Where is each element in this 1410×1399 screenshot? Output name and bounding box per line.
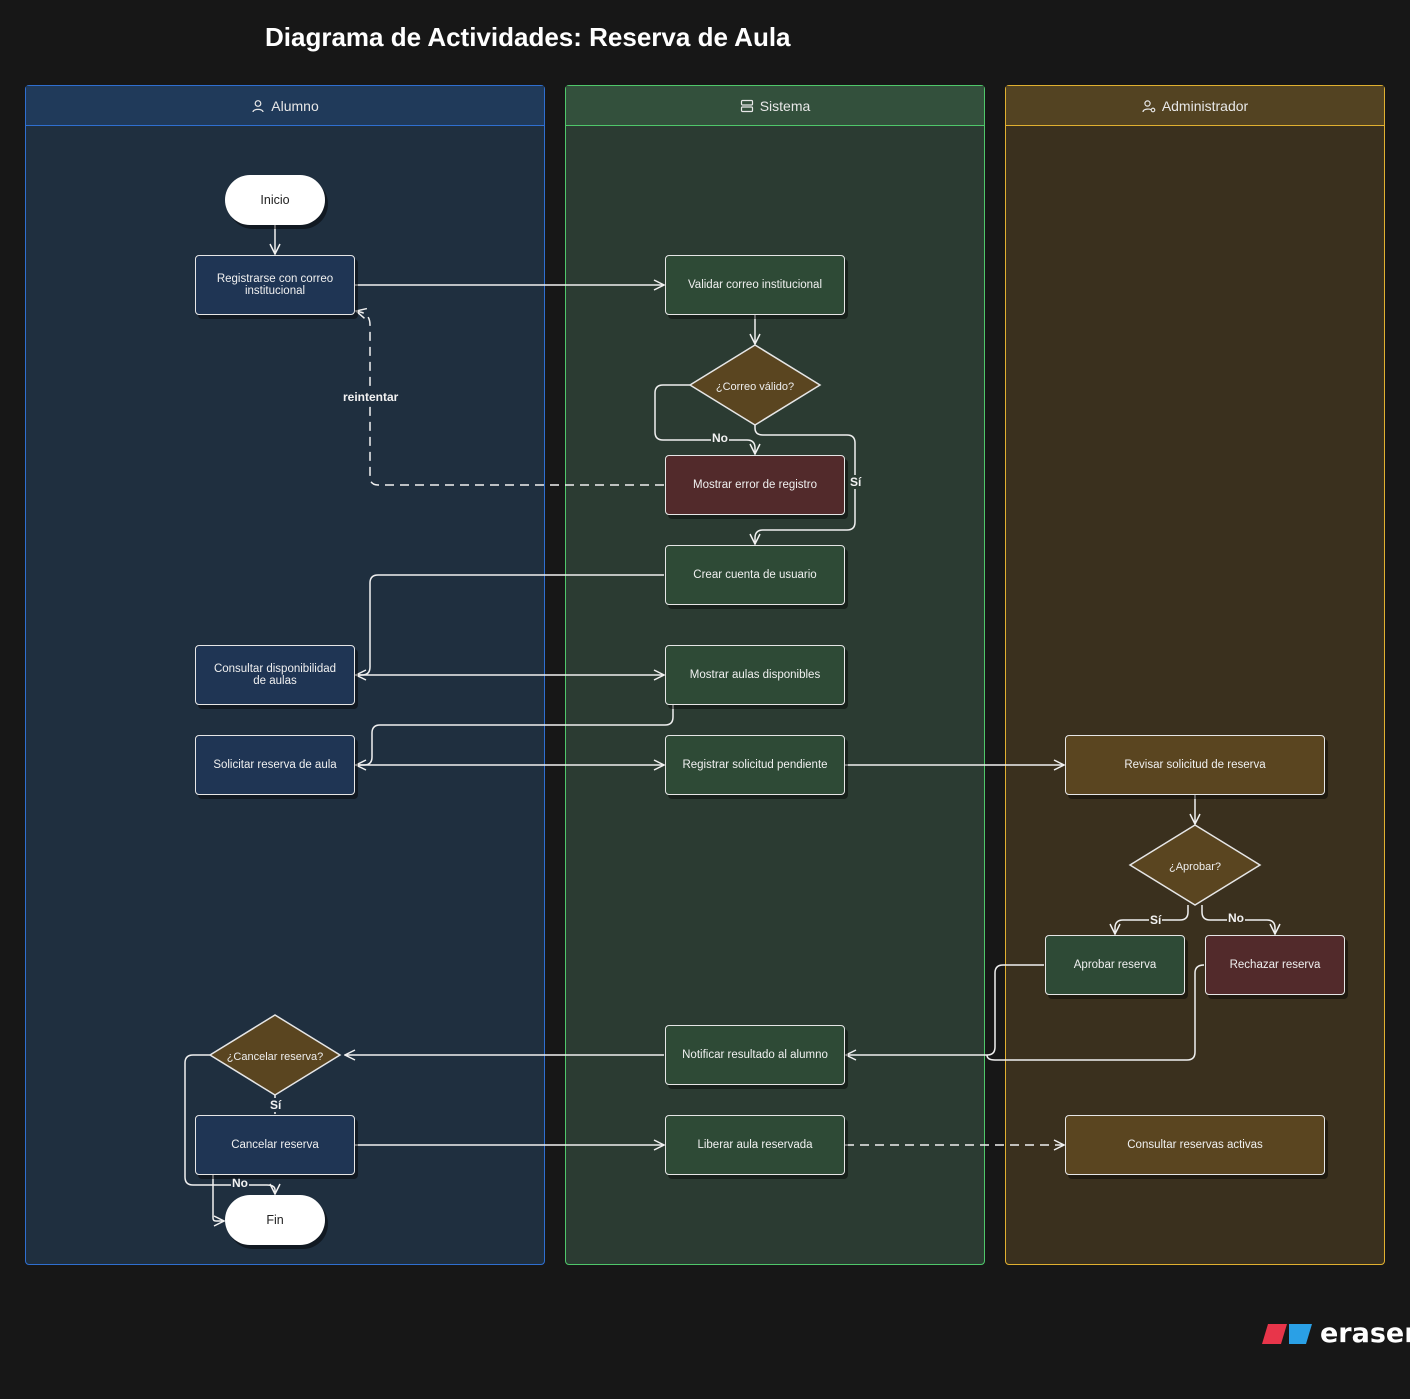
start-node[interactable]: Inicio <box>225 175 325 225</box>
node-consultar-reservas-activas[interactable]: Consultar reservas activas <box>1065 1115 1325 1175</box>
node-crear-cuenta[interactable]: Crear cuenta de usuario <box>665 545 845 605</box>
node-rechazar-reserva[interactable]: Rechazar reserva <box>1205 935 1345 995</box>
eraser-wordmark: eraser <box>1320 1318 1410 1349</box>
node-validar-correo[interactable]: Validar correo institucional <box>665 255 845 315</box>
edge-label-cancelar-no: No <box>231 1176 249 1190</box>
node-consultar-disponibilidad[interactable]: Consultar disponibilidad de aulas <box>195 645 355 705</box>
server-icon <box>740 99 754 113</box>
lane-administrador: Administrador <box>1005 85 1385 1265</box>
lane-label-alumno: Alumno <box>271 97 319 114</box>
node-aprobar-reserva[interactable]: Aprobar reserva <box>1045 935 1185 995</box>
edge-label-correo-si: Sí <box>849 475 863 489</box>
node-mostrar-aulas[interactable]: Mostrar aulas disponibles <box>665 645 845 705</box>
eraser-mark-icon <box>1262 1323 1312 1344</box>
lane-label-administrador: Administrador <box>1161 97 1249 114</box>
eraser-logo: eraser <box>1262 1318 1410 1349</box>
node-mostrar-error[interactable]: Mostrar error de registro <box>665 455 845 515</box>
edge-label-cancelar-si: Sí <box>269 1098 283 1112</box>
lane-header-sistema: Sistema <box>566 86 984 126</box>
node-revisar-solicitud[interactable]: Revisar solicitud de reserva <box>1065 735 1325 795</box>
lane-header-alumno: Alumno <box>26 86 544 126</box>
node-registrarse[interactable]: Registrarse con correo institucional <box>195 255 355 315</box>
edge-label-reintentar: reintentar <box>342 390 400 404</box>
decision-correo-valido-label[interactable]: ¿Correo válido? <box>695 381 815 393</box>
node-liberar-aula[interactable]: Liberar aula reservada <box>665 1115 845 1175</box>
decision-aprobar-label[interactable]: ¿Aprobar? <box>1135 861 1255 873</box>
page-title: Diagrama de Actividades: Reserva de Aula <box>265 22 791 52</box>
edge-label-correo-no: No <box>711 431 729 445</box>
node-registrar-solicitud[interactable]: Registrar solicitud pendiente <box>665 735 845 795</box>
node-notificar-resultado[interactable]: Notificar resultado al alumno <box>665 1025 845 1085</box>
user-icon <box>251 99 265 113</box>
edge-label-aprobar-si: Sí <box>1149 913 1163 927</box>
decision-cancelar-label[interactable]: ¿Cancelar reserva? <box>215 1051 335 1063</box>
lane-header-administrador: Administrador <box>1006 86 1384 126</box>
edge-label-aprobar-no: No <box>1227 911 1245 925</box>
end-node[interactable]: Fin <box>225 1195 325 1245</box>
node-solicitar-reserva[interactable]: Solicitar reserva de aula <box>195 735 355 795</box>
node-cancelar-reserva[interactable]: Cancelar reserva <box>195 1115 355 1175</box>
lane-label-sistema: Sistema <box>759 97 811 114</box>
user-gear-icon <box>1142 99 1156 113</box>
